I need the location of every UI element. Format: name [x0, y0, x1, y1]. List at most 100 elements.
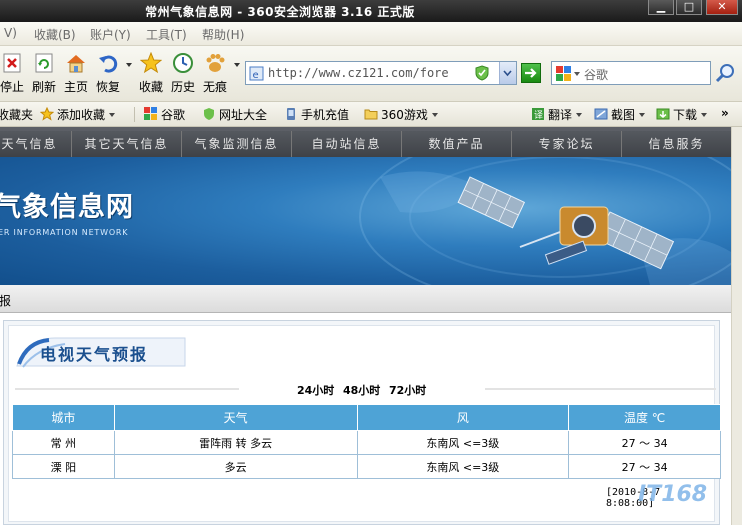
nav-info-service[interactable]: 信息服务 — [622, 131, 731, 157]
address-dropdown-button[interactable] — [499, 62, 516, 84]
cell-weather: 雷阵雨 转 多云 — [113, 430, 358, 455]
more-chevron-icon[interactable]: » — [721, 106, 729, 120]
search-engine-dropdown[interactable] — [574, 72, 580, 76]
refresh-button[interactable]: 刷新 — [29, 52, 59, 95]
nav-numeric-products[interactable]: 数值产品 — [402, 131, 512, 157]
translate-icon: 译 — [532, 108, 544, 121]
fav-360-games[interactable]: 360游戏 — [364, 106, 438, 123]
cell-temperature: 27 ～ 34 — [568, 430, 721, 455]
folder-icon — [364, 109, 378, 120]
menu-tools[interactable]: 工具(T) — [146, 26, 187, 43]
site-brand-title: 气象信息网 — [0, 192, 134, 223]
security-shield-icon[interactable] — [474, 65, 490, 81]
search-box[interactable]: 谷歌 — [551, 61, 711, 85]
col-wind: 风 — [356, 404, 570, 431]
nav-expert-forum[interactable]: 专家论坛 — [512, 131, 622, 157]
favorites-folder[interactable]: 收藏夹 — [0, 106, 33, 123]
cell-temperature: 27 ～ 34 — [568, 454, 721, 479]
fav-google[interactable]: 谷歌 — [144, 106, 185, 123]
divider — [485, 388, 716, 390]
restore-dropdown-arrow[interactable] — [126, 63, 132, 67]
home-icon — [67, 55, 85, 73]
favorites-bar: 收藏夹 添加收藏 谷歌 网址大全 手机充值 360游戏 译 翻译 截图 下载 » — [0, 102, 742, 127]
divider — [134, 107, 135, 122]
fav-directory[interactable]: 网址大全 — [202, 106, 267, 123]
svg-text:e: e — [253, 70, 259, 81]
maximize-button[interactable]: □ — [676, 0, 702, 15]
shield-icon — [204, 108, 214, 120]
history-clock-icon — [173, 53, 193, 73]
menu-view[interactable]: V) — [4, 26, 17, 40]
refresh-icon — [35, 53, 53, 73]
favorites-button[interactable]: 收藏 — [136, 52, 166, 95]
table-row: 常 州 雷阵雨 转 多云 东南风 <=3级 27 ～ 34 — [12, 430, 721, 455]
address-bar[interactable]: e http://www.cz121.com/fore — [245, 61, 517, 85]
forecast-tabs: 24小时 48小时 72小时 — [9, 380, 716, 398]
nav-monitoring[interactable]: 气象监测信息 — [182, 131, 292, 157]
nav-auto-station[interactable]: 自动站信息 — [292, 131, 402, 157]
stop-button[interactable]: 停止 — [0, 52, 27, 95]
stop-icon — [3, 53, 21, 73]
chevron-down-icon — [503, 70, 512, 77]
address-url[interactable]: http://www.cz121.com/fore — [268, 66, 449, 80]
go-button[interactable] — [521, 63, 541, 83]
chevron-down-icon — [576, 113, 583, 117]
undo-icon — [99, 55, 118, 73]
translate-button[interactable]: 译 翻译 — [531, 106, 583, 123]
cell-weather: 多云 — [113, 454, 358, 479]
menu-favorites[interactable]: 收藏(B) — [34, 26, 76, 43]
menu-account[interactable]: 账户(Y) — [90, 26, 131, 43]
col-city: 城市 — [12, 404, 115, 431]
window-title: 常州气象信息网 - 360安全浏览器 3.16 正式版 — [145, 5, 415, 19]
paw-icon — [206, 54, 225, 72]
divider — [15, 388, 239, 390]
magnifier-icon[interactable] — [714, 62, 738, 84]
star-icon — [140, 52, 162, 74]
cell-wind: 东南风 <=3级 — [356, 430, 570, 455]
minimize-button[interactable]: ▁ — [648, 0, 674, 15]
title-bar: 常州气象信息网 - 360安全浏览器 3.16 正式版 ▁ □ ✕ — [0, 0, 742, 22]
site-nav: 天气信息 其它天气信息 气象监测信息 自动站信息 数值产品 专家论坛 信息服务 — [0, 131, 731, 157]
screenshot-button[interactable]: 截图 — [594, 106, 646, 123]
table-row: 溧 阳 多云 东南风 <=3级 27 ～ 34 — [12, 454, 721, 479]
forecast-panel-inner: 电视天气预报 24小时 48小时 72小时 城市 天气 风 温度 ℃ 常 州 雷… — [8, 325, 721, 522]
forecast-table: 城市 天气 风 温度 ℃ 常 州 雷阵雨 转 多云 东南风 <=3级 27 ～ … — [12, 404, 721, 479]
chevron-down-icon — [431, 113, 438, 117]
forecast-title: 电视天气预报 — [40, 345, 149, 364]
cell-wind: 东南风 <=3级 — [356, 454, 570, 479]
chevron-down-icon — [639, 113, 646, 117]
tab-72h[interactable]: 72小时 — [389, 382, 426, 398]
cell-city: 常 州 — [12, 430, 115, 455]
incognito-dropdown-arrow[interactable] — [234, 63, 240, 67]
close-button[interactable]: ✕ — [706, 0, 738, 15]
site-brand-subtitle: ER INFORMATION NETWORK — [0, 228, 129, 237]
forecast-heading: 电视天气预报 — [15, 334, 190, 370]
nav-other-weather[interactable]: 其它天气信息 — [72, 131, 182, 157]
col-weather: 天气 — [113, 404, 358, 431]
tab-24h[interactable]: 24小时 — [297, 382, 334, 398]
cell-city: 溧 阳 — [12, 454, 115, 479]
menu-help[interactable]: 帮助(H) — [202, 26, 244, 43]
google-icon — [144, 107, 157, 120]
menu-bar: V) 收藏(B) 账户(Y) 工具(T) 帮助(H) — [0, 22, 742, 46]
page-icon: e — [249, 66, 264, 81]
history-button[interactable]: 历史 — [168, 52, 198, 95]
add-favorite-button[interactable]: 添加收藏 — [40, 106, 116, 123]
incognito-button[interactable]: 无痕 — [200, 52, 230, 95]
search-input[interactable]: 谷歌 — [584, 66, 608, 83]
page-viewport: 天气信息 其它天气信息 气象监测信息 自动站信息 数值产品 专家论坛 信息服务 — [0, 127, 731, 525]
home-button[interactable]: 主页 — [61, 52, 91, 95]
site-banner: 气象信息网 ER INFORMATION NETWORK — [0, 157, 731, 285]
add-star-icon — [40, 107, 54, 121]
download-icon — [656, 108, 670, 120]
breadcrumb-bar: 报 — [0, 285, 731, 313]
restore-button[interactable]: 恢复 — [93, 52, 123, 95]
fav-mobile-topup[interactable]: 手机充值 — [284, 106, 349, 123]
svg-text:译: 译 — [534, 110, 543, 121]
phone-icon — [287, 108, 295, 120]
vertical-scrollbar[interactable] — [731, 127, 742, 525]
tab-48h[interactable]: 48小时 — [343, 382, 380, 398]
download-button[interactable]: 下载 — [656, 106, 708, 123]
nav-weather-info[interactable]: 天气信息 — [0, 131, 72, 157]
chevron-down-icon — [701, 113, 708, 117]
